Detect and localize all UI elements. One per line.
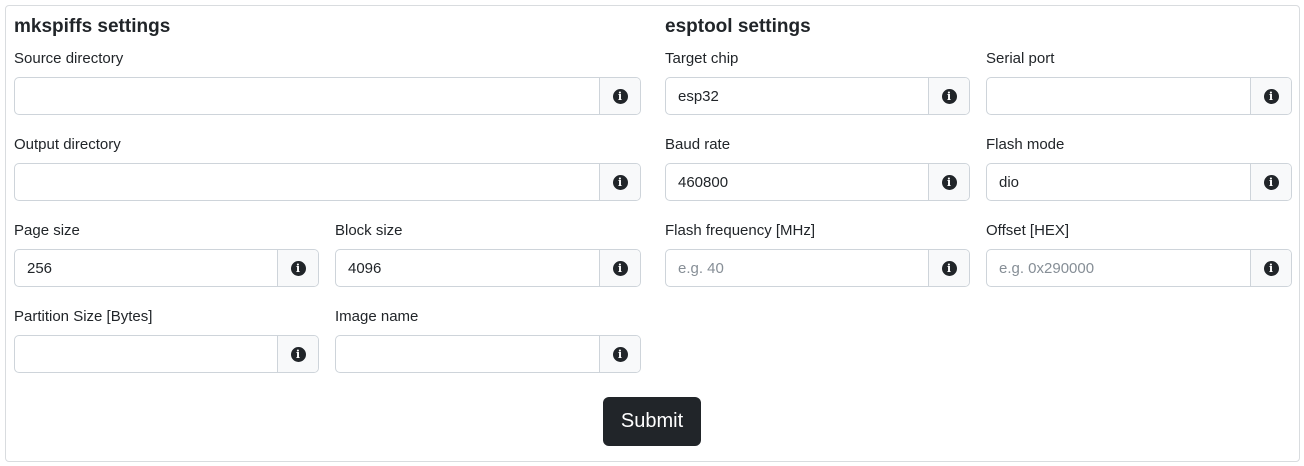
target-chip-group: i: [665, 77, 970, 115]
partition-size-input[interactable]: [15, 336, 277, 372]
block-size-input[interactable]: [336, 250, 599, 286]
info-circle-icon: i: [1263, 88, 1279, 104]
mkspiffs-settings-title: mkspiffs settings: [14, 16, 171, 37]
flash-frequency-info-button[interactable]: i: [928, 250, 969, 286]
serial-port-field: Serial port i: [986, 49, 1292, 116]
partition-size-field: Partition Size [Bytes] i: [14, 307, 319, 374]
offset-label: Offset [HEX]: [986, 222, 1070, 239]
flash-frequency-group: i: [665, 249, 970, 287]
flash-mode-label: Flash mode: [986, 136, 1065, 153]
baud-rate-group: i: [665, 163, 970, 201]
partition-size-info-button[interactable]: i: [277, 336, 318, 372]
info-circle-icon: i: [290, 346, 306, 362]
target-chip-field: Target chip i: [665, 49, 970, 116]
page-size-group: i: [14, 249, 319, 287]
output-directory-group: i: [14, 163, 641, 201]
serial-port-info-button[interactable]: i: [1250, 78, 1291, 114]
submit-button[interactable]: Submit: [603, 397, 701, 446]
info-circle-icon: i: [612, 88, 628, 104]
target-chip-input[interactable]: [666, 78, 928, 114]
output-directory-label: Output directory: [14, 136, 121, 153]
target-chip-label: Target chip: [665, 50, 739, 67]
page-size-info-button[interactable]: i: [277, 250, 318, 286]
page-size-input[interactable]: [15, 250, 277, 286]
source-directory-label: Source directory: [14, 50, 124, 67]
flash-mode-field: Flash mode i: [986, 135, 1292, 202]
partition-size-group: i: [14, 335, 319, 373]
info-circle-icon: i: [612, 260, 628, 276]
baud-rate-label: Baud rate: [665, 136, 731, 153]
flash-frequency-field: Flash frequency [MHz] i: [665, 221, 970, 288]
block-size-field: Block size i: [335, 221, 641, 288]
serial-port-input[interactable]: [987, 78, 1250, 114]
image-name-group: i: [335, 335, 641, 373]
serial-port-group: i: [986, 77, 1292, 115]
target-chip-info-button[interactable]: i: [928, 78, 969, 114]
offset-info-button[interactable]: i: [1250, 250, 1291, 286]
source-directory-info-button[interactable]: i: [599, 78, 640, 114]
image-name-info-button[interactable]: i: [599, 336, 640, 372]
offset-group: i: [986, 249, 1292, 287]
page-size-field: Page size i: [14, 221, 319, 288]
offset-field: Offset [HEX] i: [986, 221, 1292, 288]
esptool-settings-title: esptool settings: [665, 16, 811, 37]
info-circle-icon: i: [941, 88, 957, 104]
flash-mode-info-button[interactable]: i: [1250, 164, 1291, 200]
info-circle-icon: i: [612, 346, 628, 362]
image-name-input[interactable]: [336, 336, 599, 372]
flash-frequency-input[interactable]: [666, 250, 928, 286]
baud-rate-info-button[interactable]: i: [928, 164, 969, 200]
source-directory-group: i: [14, 77, 641, 115]
offset-input[interactable]: [987, 250, 1250, 286]
baud-rate-input[interactable]: [666, 164, 928, 200]
baud-rate-field: Baud rate i: [665, 135, 970, 202]
flash-mode-input[interactable]: [987, 164, 1250, 200]
image-name-field: Image name i: [335, 307, 641, 374]
flash-mode-group: i: [986, 163, 1292, 201]
info-circle-icon: i: [1263, 260, 1279, 276]
info-circle-icon: i: [1263, 174, 1279, 190]
block-size-label: Block size: [335, 222, 403, 239]
info-circle-icon: i: [290, 260, 306, 276]
page-size-label: Page size: [14, 222, 80, 239]
block-size-group: i: [335, 249, 641, 287]
info-circle-icon: i: [941, 260, 957, 276]
info-circle-icon: i: [941, 174, 957, 190]
output-directory-info-button[interactable]: i: [599, 164, 640, 200]
output-directory-input[interactable]: [15, 164, 599, 200]
source-directory-field: Source directory i: [14, 49, 641, 116]
source-directory-input[interactable]: [15, 78, 599, 114]
output-directory-field: Output directory i: [14, 135, 641, 202]
block-size-info-button[interactable]: i: [599, 250, 640, 286]
info-circle-icon: i: [612, 174, 628, 190]
partition-size-label: Partition Size [Bytes]: [14, 308, 153, 325]
flash-frequency-label: Flash frequency [MHz]: [665, 222, 816, 239]
serial-port-label: Serial port: [986, 50, 1055, 67]
image-name-label: Image name: [335, 308, 419, 325]
